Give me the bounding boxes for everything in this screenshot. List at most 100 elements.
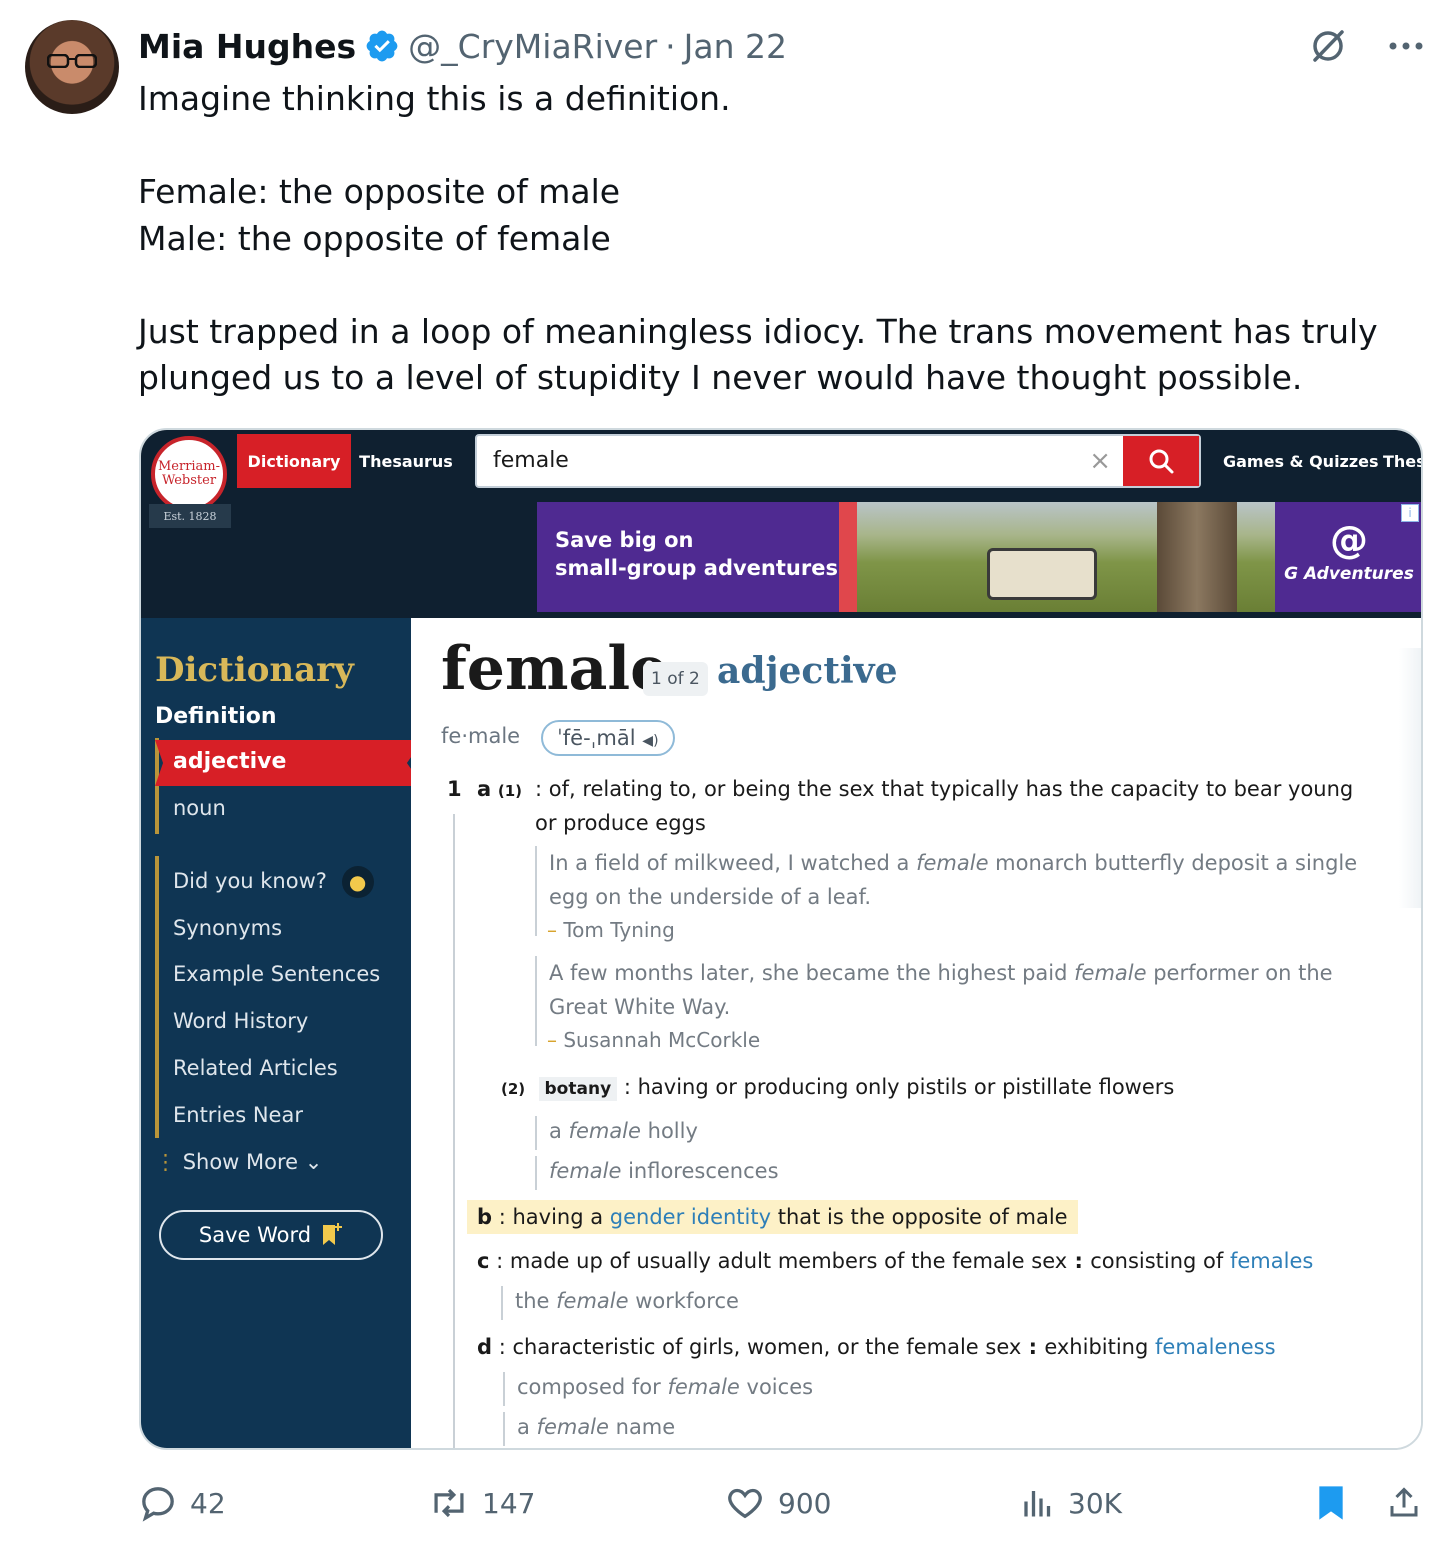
example-sentence: a female holly: [549, 1119, 698, 1143]
example-line: egg on the underside of a leaf.: [549, 885, 872, 909]
definition-1a1: : of, relating to, or being the sex that…: [535, 772, 1405, 840]
sense-1-number: 1: [447, 772, 462, 806]
verified-badge-icon[interactable]: [364, 28, 400, 64]
definition-1a2: (2) botany : having or producing only pi…: [501, 1070, 1174, 1106]
repost-count: 147: [482, 1486, 536, 1520]
example-bar: [501, 1286, 503, 1320]
subject-label: botany: [538, 1077, 618, 1101]
definition-1d: d : characteristic of girls, women, or t…: [477, 1335, 1276, 1359]
sidebar-rule: [155, 738, 159, 834]
sidebar-subtitle: Definition: [155, 704, 277, 729]
subsense-number: (2): [501, 1080, 526, 1098]
headword: female: [441, 634, 669, 704]
tweet-text: Imagine thinking this is a definition. ​…: [138, 76, 1398, 402]
safari-photo: [857, 502, 1275, 612]
share-button[interactable]: [1386, 1478, 1422, 1528]
like-button[interactable]: 900: [724, 1478, 831, 1528]
advertisement[interactable]: Save big on small-group adventures! @ G …: [537, 502, 1421, 612]
example-sentence: a female name: [517, 1415, 676, 1439]
tweet-line: ​: [138, 123, 1398, 170]
syllables: fe·male: [441, 724, 521, 748]
separator: ·: [665, 26, 676, 66]
sidebar-item-example-sentences[interactable]: Example Sentences: [173, 962, 380, 986]
tweet-actions: 42 147 900 30K: [138, 1478, 1428, 1528]
sidebar-item-label: adjective: [173, 749, 287, 774]
sense-letter: b: [477, 1205, 493, 1229]
bookmark-plus-icon: [323, 1223, 343, 1245]
sidebar-item-synonyms[interactable]: Synonyms: [173, 916, 282, 940]
sidebar-item-noun[interactable]: noun: [173, 796, 226, 820]
sense-1a-letter: a (1): [477, 772, 522, 808]
chevron-down-icon: ⌄: [298, 1150, 323, 1174]
females-link[interactable]: females: [1230, 1249, 1313, 1273]
tweet-line: Female: the opposite of male: [138, 172, 621, 211]
reply-button[interactable]: 42: [138, 1478, 226, 1528]
speaker-icon: ◀): [642, 733, 659, 749]
ad-copy: Save big on small-group adventures!: [555, 526, 848, 582]
sense-number: 1: [447, 777, 462, 801]
sense-letter: a: [477, 777, 492, 801]
pronunciation-button[interactable]: ˈfē-ˌmāl ◀): [541, 720, 675, 756]
like-count: 900: [778, 1486, 832, 1520]
g-adventures-logo-icon: @: [1330, 518, 1368, 562]
nav-thesaurus[interactable]: Thesaurus: [351, 434, 461, 488]
clear-icon[interactable]: ×: [1089, 446, 1111, 476]
tweet-date[interactable]: Jan 22: [684, 27, 787, 66]
sidebar-show-more[interactable]: ⋮ Show More ⌄: [155, 1150, 322, 1174]
definition-text: or produce eggs: [535, 811, 706, 835]
sidebar-item-word-history[interactable]: Word History: [173, 1009, 308, 1033]
definition-panel: female 1 of 2 adjective fe·male ˈfē-ˌmāl…: [411, 618, 1421, 1448]
sidebar-item-related-articles[interactable]: Related Articles: [173, 1056, 338, 1080]
example-author: – Susannah McCorkle: [547, 1028, 761, 1052]
grok-icon[interactable]: [1308, 26, 1348, 66]
femaleness-link[interactable]: femaleness: [1155, 1335, 1276, 1359]
sidebar-item-label: Show More: [182, 1150, 299, 1174]
view-count: 30K: [1068, 1486, 1122, 1520]
more-options-icon[interactable]: [1388, 40, 1424, 52]
sidebar-item-entries-near[interactable]: Entries Near: [173, 1103, 303, 1127]
example-bar: [503, 1412, 505, 1446]
pronunciation-text: ˈfē-ˌmāl: [557, 726, 636, 750]
search-value: female: [493, 448, 569, 473]
avatar[interactable]: [25, 20, 119, 114]
logo-est: Est. 1828: [149, 504, 231, 528]
search-button[interactable]: [1123, 436, 1199, 486]
attached-image[interactable]: Merriam- Webster Est. 1828 Dictionary Th…: [139, 428, 1423, 1450]
example-author: – Tom Tyning: [547, 918, 675, 942]
nav-thesaurus-secondary[interactable]: Thes: [1383, 434, 1421, 488]
example-sentence: female inflorescences: [549, 1159, 779, 1183]
display-name[interactable]: Mia Hughes: [138, 27, 356, 66]
repost-button[interactable]: 147: [428, 1478, 535, 1528]
example-bar: [535, 1116, 537, 1150]
definition-text: : having or producing only pistils or pi…: [623, 1075, 1175, 1099]
example-bar: [535, 846, 537, 936]
handle[interactable]: @_CryMiaRiver: [408, 27, 657, 66]
views-button[interactable]: 30K: [1020, 1478, 1122, 1528]
reply-count: 42: [190, 1486, 226, 1520]
save-word-button[interactable]: Save Word: [159, 1210, 383, 1260]
tweet-top-actions: [1308, 26, 1424, 66]
reply-icon: [142, 1487, 174, 1522]
example-sentence: In a field of milkweed, I watched a fema…: [549, 846, 1409, 914]
gender-identity-link[interactable]: gender identity: [610, 1205, 771, 1229]
search-input[interactable]: female ×: [475, 434, 1201, 488]
tweet-line: ​: [138, 262, 1398, 309]
dots-icon: ⋮: [155, 1150, 183, 1174]
entry-count-badge: 1 of 2: [643, 662, 708, 696]
sidebar-item-label: Did you know?: [173, 869, 327, 893]
nav-dictionary[interactable]: Dictionary: [237, 434, 351, 488]
ad-info-icon[interactable]: i: [1401, 504, 1419, 522]
sidebar-item-did-you-know[interactable]: Did you know? ●: [173, 866, 374, 898]
part-of-speech[interactable]: adjective: [717, 650, 897, 692]
tweet-line: Male: the opposite of female: [138, 218, 611, 258]
logo-text: Merriam-: [157, 459, 221, 474]
heart-icon: [728, 1488, 762, 1519]
logo-text: Webster: [161, 473, 217, 488]
nav-games-quizzes[interactable]: Games & Quizzes: [1223, 434, 1379, 488]
bookmark-button[interactable]: [1314, 1478, 1348, 1528]
subsense-number: (1): [497, 782, 523, 800]
sense-rule: [453, 814, 455, 1448]
tweet-line: Just trapped in a loop of meaningless id…: [138, 311, 1389, 398]
sidebar-item-adjective[interactable]: adjective: [155, 740, 423, 786]
sidebar: Dictionary Definition adjective noun Did…: [141, 618, 423, 1448]
